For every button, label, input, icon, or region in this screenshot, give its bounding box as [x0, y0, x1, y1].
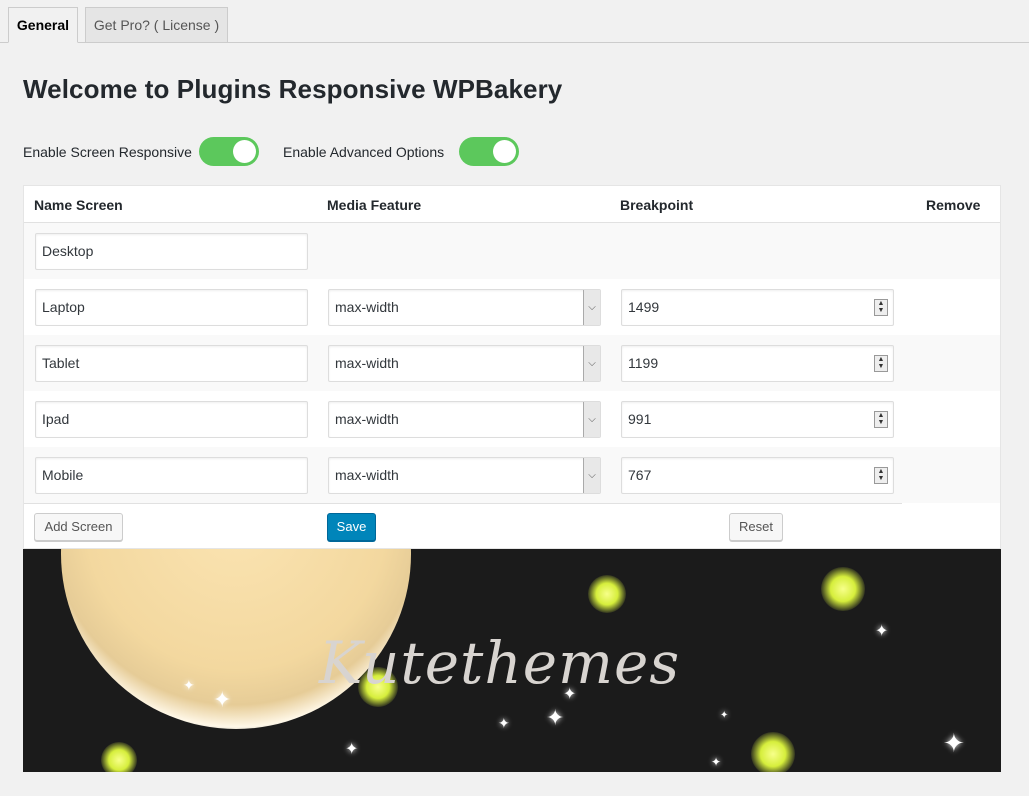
advanced-options-toggle[interactable]	[459, 137, 519, 166]
firefly-glow	[821, 567, 865, 611]
toggle-knob	[233, 140, 256, 163]
sparkle-icon: ✦	[213, 687, 232, 712]
column-header-media: Media Feature	[327, 197, 422, 213]
sparkle-icon: ✦	[875, 623, 889, 640]
firefly-glow	[588, 575, 626, 613]
media-feature-value: max-width	[335, 355, 399, 371]
table-row: Ipad max-width ⌵ 991 ▲ ▼	[24, 391, 1000, 447]
table-row: Mobile max-width ⌵ 767 ▲ ▼	[24, 447, 1000, 503]
toggle-knob	[493, 140, 516, 163]
divider	[24, 503, 902, 504]
media-feature-value: max-width	[335, 411, 399, 427]
spinner-icon[interactable]: ▲ ▼	[874, 411, 888, 428]
sparkle-icon: ✦	[498, 715, 510, 731]
reset-button[interactable]: Reset	[729, 513, 783, 541]
tab-bar: General Get Pro? ( License )	[0, 0, 1029, 43]
breakpoint-input[interactable]: 767 ▲ ▼	[621, 457, 894, 494]
column-header-breakpoint: Breakpoint	[620, 197, 694, 213]
spinner-icon[interactable]: ▲ ▼	[874, 467, 888, 484]
breakpoint-value: 991	[628, 411, 652, 427]
firefly-glow	[101, 742, 137, 772]
screen-name-input[interactable]: Ipad	[35, 401, 308, 438]
spinner-icon[interactable]: ▲ ▼	[874, 355, 888, 372]
breakpoint-value: 767	[628, 467, 652, 483]
advanced-options-label: Enable Advanced Options	[283, 144, 445, 160]
sparkle-icon: ✦	[720, 710, 729, 721]
screen-responsive-label: Enable Screen Responsive	[23, 144, 192, 160]
table-row: Desktop	[24, 223, 1000, 279]
breakpoint-value: 1499	[628, 299, 660, 315]
tab-general[interactable]: General	[8, 7, 78, 43]
screens-table: Name Screen Media Feature Breakpoint Rem…	[23, 185, 1001, 549]
sparkle-icon: ✦	[943, 728, 965, 758]
column-header-remove: Remove	[926, 197, 981, 213]
promo-banner: ✦ ✦ ✦ ✦ ✦ ✦ ✦ ✦ ✦ ✦ Kutethemes	[23, 549, 1001, 772]
sparkle-icon: ✦	[711, 755, 722, 769]
media-feature-select[interactable]: max-width ⌵	[328, 345, 601, 382]
media-feature-select[interactable]: max-width ⌵	[328, 401, 601, 438]
screen-responsive-toggle[interactable]	[199, 137, 259, 166]
chevron-down-icon[interactable]: ⌵	[583, 402, 600, 437]
media-feature-select[interactable]: max-width ⌵	[328, 289, 601, 326]
breakpoint-input[interactable]: 991 ▲ ▼	[621, 401, 894, 438]
media-feature-value: max-width	[335, 299, 399, 315]
table-header: Name Screen Media Feature Breakpoint Rem…	[24, 186, 1000, 223]
sparkle-icon: ✦	[183, 677, 195, 693]
breakpoint-value: 1199	[628, 355, 659, 371]
sparkle-icon: ✦	[345, 741, 359, 758]
chevron-down-icon[interactable]: ⌵	[583, 290, 600, 325]
add-screen-button[interactable]: Add Screen	[34, 513, 123, 541]
screen-name-input[interactable]: Desktop	[35, 233, 308, 270]
firefly-glow	[751, 732, 795, 772]
screen-name-input[interactable]: Tablet	[35, 345, 308, 382]
save-button[interactable]: Save	[327, 513, 376, 541]
chevron-down-icon[interactable]: ⌵	[583, 458, 600, 493]
screen-name-input[interactable]: Laptop	[35, 289, 308, 326]
screen-name-input[interactable]: Mobile	[35, 457, 308, 494]
sparkle-icon: ✦	[546, 705, 565, 730]
breakpoint-input[interactable]: 1199 ▲ ▼	[621, 345, 894, 382]
column-header-name: Name Screen	[34, 197, 123, 213]
media-feature-value: max-width	[335, 467, 399, 483]
media-feature-select[interactable]: max-width ⌵	[328, 457, 601, 494]
chevron-down-icon[interactable]: ⌵	[583, 346, 600, 381]
table-row: Tablet max-width ⌵ 1199 ▲ ▼	[24, 335, 1000, 391]
tab-get-pro-license[interactable]: Get Pro? ( License )	[85, 7, 228, 43]
breakpoint-input[interactable]: 1499 ▲ ▼	[621, 289, 894, 326]
brand-logo-text: Kutethemes	[319, 629, 681, 697]
page-title: Welcome to Plugins Responsive WPBakery	[23, 74, 563, 104]
table-row: Laptop max-width ⌵ 1499 ▲ ▼	[24, 279, 1000, 335]
spinner-icon[interactable]: ▲ ▼	[874, 299, 888, 316]
